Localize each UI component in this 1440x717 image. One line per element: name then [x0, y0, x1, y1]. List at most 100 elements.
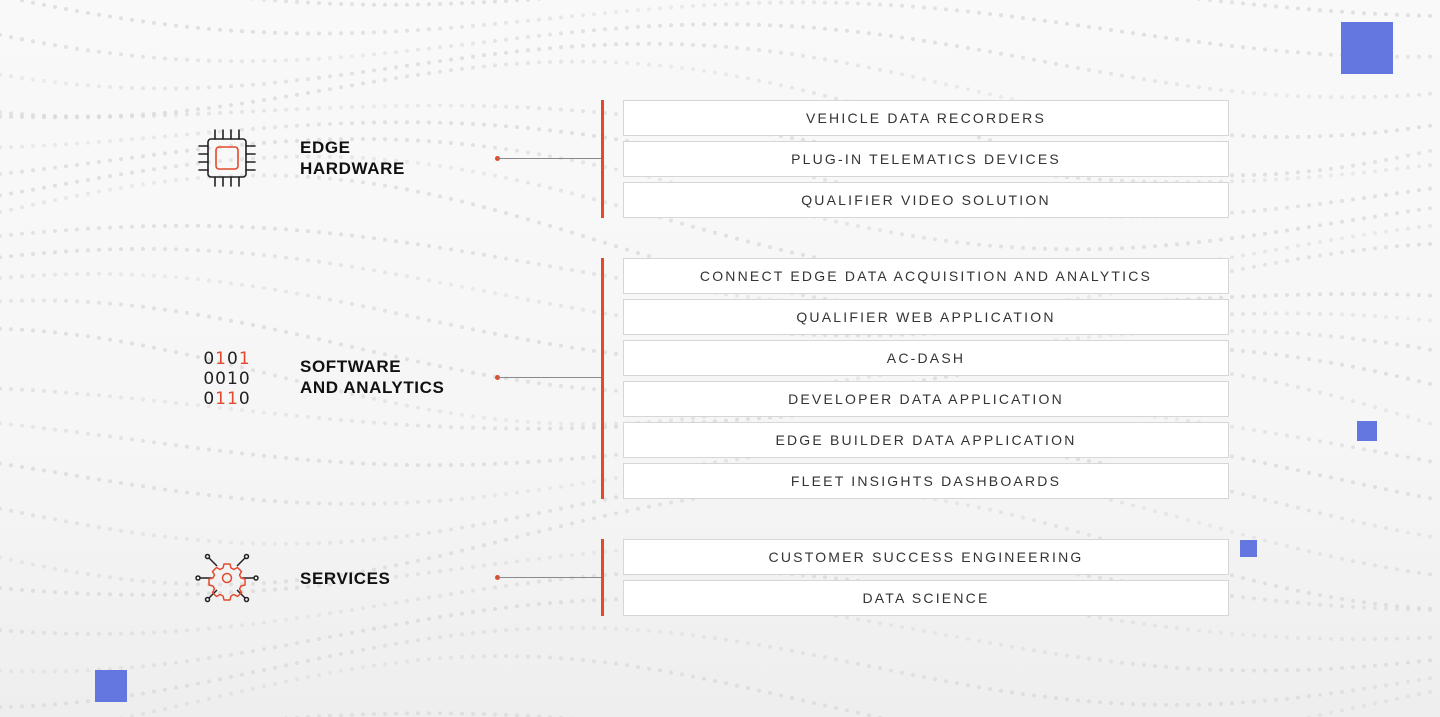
background-dot: [42, 515, 46, 520]
background-dot: [1241, 595, 1245, 600]
background-dot: [1417, 494, 1421, 499]
background-dot: [471, 425, 475, 430]
background-dot: [482, 329, 486, 334]
background-dot: [383, 77, 387, 82]
item-customer-success-engineering[interactable]: CUSTOMER SUCCESS ENGINEERING: [623, 539, 1229, 575]
background-dot: [86, 115, 90, 120]
background-dot: [581, 481, 585, 486]
background-dot: [1384, 699, 1388, 704]
item-developer-data-application[interactable]: DEVELOPER DATA APPLICATION: [623, 381, 1229, 417]
background-dot: [284, 0, 288, 4]
background-dot: [548, 526, 552, 531]
background-dot: [636, 24, 640, 29]
background-dot: [427, 556, 431, 561]
item-plug-in-telematics-devices[interactable]: PLUG-IN TELEMATICS DEVICES: [623, 141, 1229, 177]
background-dot: [86, 177, 90, 182]
background-dot: [1241, 329, 1245, 334]
background-dot: [493, 493, 497, 498]
background-dot: [405, 561, 409, 565]
background-dot: [328, 635, 332, 639]
background-dot: [526, 460, 530, 465]
item-vehicle-data-recorders[interactable]: VEHICLE DATA RECORDERS: [623, 100, 1229, 136]
background-dot: [1406, 607, 1410, 612]
background-dot: [977, 505, 981, 510]
background-dot: [537, 556, 541, 561]
background-dot: [1142, 663, 1146, 667]
background-dot: [317, 637, 321, 641]
background-dot: [394, 622, 398, 627]
background-dot: [625, 42, 629, 46]
background-dot: [614, 476, 618, 481]
background-dot: [1307, 332, 1311, 337]
background-dot: [625, 509, 629, 513]
background-dot: [493, 585, 497, 590]
background-dot: [119, 395, 123, 400]
background-dot: [493, 38, 497, 43]
background-dot: [383, 624, 387, 629]
background-dot: [141, 114, 145, 119]
background-dot: [1406, 54, 1410, 59]
item-qualifier-video-solution[interactable]: QUALIFIER VIDEO SOLUTION: [623, 182, 1229, 218]
background-dot: [383, 183, 387, 188]
background-dot: [196, 657, 200, 662]
item-fleet-insights-dashboards[interactable]: FLEET INSIGHTS DASHBOARDS: [623, 463, 1229, 499]
background-dot: [42, 298, 46, 303]
background-dot: [240, 689, 244, 694]
background-dot: [482, 587, 486, 591]
background-dot: [1274, 598, 1278, 603]
background-dot: [64, 590, 68, 595]
background-dot: [1329, 513, 1333, 518]
background-dot: [20, 37, 24, 42]
background-dot: [471, 565, 475, 569]
background-dot: [394, 535, 398, 540]
background-dot: [64, 195, 68, 200]
background-dot: [306, 639, 310, 644]
background-dot: [163, 151, 167, 156]
background-dot: [801, 698, 805, 703]
background-dot: [1120, 246, 1124, 251]
background-dot: [372, 104, 376, 109]
background-dot: [1428, 186, 1432, 191]
background-dot: [614, 511, 618, 516]
background-dot: [1362, 600, 1366, 605]
background-dot: [405, 28, 409, 33]
background-dot: [383, 662, 387, 667]
item-ac-dash[interactable]: AC-DASH: [623, 340, 1229, 376]
background-dot: [504, 124, 508, 129]
background-dot: [1384, 12, 1388, 17]
background-dot: [1329, 691, 1333, 696]
background-dot: [922, 5, 926, 10]
item-qualifier-web-application[interactable]: QUALIFIER WEB APPLICATION: [623, 299, 1229, 335]
background-dot: [1307, 667, 1311, 672]
background-dot: [1285, 258, 1289, 263]
item-edge-builder-data-application[interactable]: EDGE BUILDER DATA APPLICATION: [623, 422, 1229, 458]
background-dot: [911, 4, 915, 9]
item-data-science[interactable]: DATA SCIENCE: [623, 580, 1229, 616]
background-dot: [174, 704, 178, 709]
background-dot: [1395, 94, 1399, 98]
background-dot: [1219, 701, 1223, 706]
background-dot: [1076, 247, 1080, 252]
background-dot: [328, 31, 332, 36]
background-dot: [53, 566, 57, 571]
background-dot: [416, 532, 420, 537]
background-dot: [1428, 91, 1432, 96]
item-connect-edge[interactable]: CONNECT EDGE DATA ACQUISITION AND ANALYT…: [623, 258, 1229, 294]
background-dot: [493, 145, 497, 150]
background-dot: [108, 434, 112, 439]
background-dot: [240, 109, 244, 114]
background-dot: [1296, 468, 1300, 473]
background-dot: [1351, 688, 1355, 693]
background-dot: [174, 23, 178, 28]
background-dot: [438, 635, 442, 640]
background-dot: [482, 53, 486, 58]
background-dot: [295, 616, 299, 621]
background-dot: [603, 626, 607, 631]
background-dot: [1098, 247, 1102, 251]
background-dot: [592, 309, 596, 314]
background-dot: [218, 84, 222, 89]
background-dot: [1351, 364, 1355, 369]
background-dot: [284, 330, 288, 334]
background-dot: [229, 624, 233, 629]
background-dot: [64, 631, 68, 636]
